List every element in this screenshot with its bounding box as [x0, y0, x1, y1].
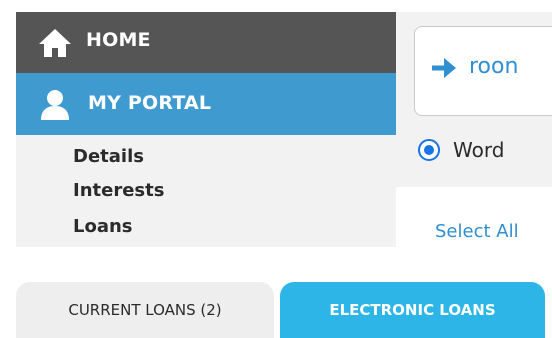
- radio-word[interactable]: [418, 139, 440, 161]
- nav-home-label: HOME: [86, 29, 151, 51]
- arrow-right-icon: [431, 57, 457, 79]
- sidebar: HOME MY PORTAL Details Interests Loans: [16, 12, 396, 247]
- user-icon: [40, 89, 70, 121]
- subnav-item-interests[interactable]: Interests: [73, 180, 164, 201]
- radio-selected-dot: [424, 145, 434, 155]
- tab-current-loans[interactable]: CURRENT LOANS (2): [16, 282, 274, 338]
- nav-my-portal[interactable]: MY PORTAL: [16, 73, 396, 135]
- main-content: roon Word Select All: [396, 12, 552, 247]
- home-icon: [38, 28, 72, 58]
- nav-my-portal-label: MY PORTAL: [88, 92, 212, 114]
- subnav-item-details[interactable]: Details: [73, 146, 144, 167]
- select-all-link[interactable]: Select All: [435, 221, 519, 242]
- nav-home[interactable]: HOME: [16, 12, 396, 73]
- subnav-item-loans[interactable]: Loans: [73, 216, 133, 237]
- radio-word-option[interactable]: Word: [418, 138, 504, 162]
- portal-subnav: Details Interests Loans: [16, 135, 396, 247]
- radio-word-label: Word: [453, 138, 505, 162]
- search-input-value: roon: [469, 54, 519, 79]
- search-panel: roon Word: [396, 12, 552, 187]
- tab-electronic-loans[interactable]: ELECTRONIC LOANS: [280, 282, 545, 338]
- search-input[interactable]: roon: [414, 26, 552, 116]
